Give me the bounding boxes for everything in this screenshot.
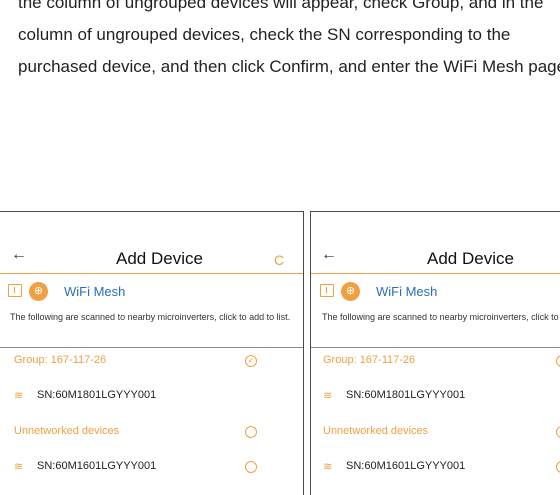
group-checked-icon[interactable]: ✓ [245, 355, 257, 367]
unnetworked-row[interactable]: Unnetworked devices [311, 425, 560, 447]
back-arrow-icon[interactable]: ← [11, 246, 27, 264]
device-radio-icon[interactable] [556, 461, 560, 473]
book-icon [320, 284, 334, 297]
unnetworked-radio-icon[interactable] [245, 426, 257, 438]
group-row[interactable]: Group: 167-117-26 ✓ [0, 354, 303, 376]
nav-bar: ← Add Device C [0, 212, 303, 274]
device-sn: SN:60M1801LGYYY001 [37, 389, 157, 401]
group-radio-icon[interactable] [556, 355, 560, 367]
device-sn: SN:60M1801LGYYY001 [346, 389, 466, 401]
device-radio-icon[interactable] [245, 461, 257, 473]
phone-screenshot-left: ← Add Device C ⊕ WiFi Mesh The following… [0, 211, 304, 495]
wifi-mesh-label[interactable]: WiFi Mesh [64, 284, 125, 299]
book-icon [8, 284, 22, 297]
instruction-line: purchased device, and then click Confirm… [18, 57, 560, 76]
scan-description: The following are scanned to nearby micr… [10, 312, 291, 322]
wifi-icon: ≋ [323, 390, 333, 402]
instruction-line: the column of ungrouped devices will app… [18, 0, 544, 12]
mesh-circle-icon: ⊕ [341, 282, 360, 301]
wifi-mesh-label[interactable]: WiFi Mesh [376, 284, 437, 299]
mesh-circle-icon: ⊕ [29, 282, 48, 301]
wifi-icon: ≋ [323, 461, 333, 473]
instruction-line: column of ungrouped devices, check the S… [18, 25, 511, 44]
unnetworked-row[interactable]: Unnetworked devices [0, 425, 303, 447]
divider [0, 347, 303, 348]
unnetworked-label: Unnetworked devices [323, 425, 429, 437]
wifi-icon: ≋ [14, 390, 24, 402]
nav-bar: ← Add Device [311, 212, 560, 274]
divider [311, 347, 560, 348]
unnetworked-label: Unnetworked devices [14, 425, 120, 437]
device-sn: SN:60M1601LGYYY001 [37, 460, 157, 472]
page-title: Add Device [427, 249, 514, 268]
device-row[interactable]: ≋ SN:60M1801LGYYY001 [311, 389, 560, 411]
page-title: Add Device [116, 249, 203, 268]
group-row[interactable]: Group: 167-117-26 [311, 354, 560, 376]
wifi-icon: ≋ [14, 461, 24, 473]
unnetworked-radio-icon[interactable] [556, 426, 560, 438]
device-row[interactable]: ≋ SN:60M1601LGYYY001 [311, 460, 560, 482]
device-sn: SN:60M1601LGYYY001 [346, 460, 466, 472]
back-arrow-icon[interactable]: ← [321, 246, 337, 264]
instruction-text: the column of ungrouped devices will app… [18, 0, 560, 83]
group-label: Group: 167-117-26 [14, 354, 107, 366]
wifi-mesh-row[interactable]: ⊕ WiFi Mesh [0, 282, 303, 304]
device-row[interactable]: ≋ SN:60M1801LGYYY001 [0, 389, 303, 411]
device-row[interactable]: ≋ SN:60M1601LGYYY001 [0, 460, 303, 482]
wifi-mesh-row[interactable]: ⊕ WiFi Mesh [311, 282, 560, 304]
refresh-icon[interactable]: C [274, 252, 284, 268]
scan-description: The following are scanned to nearby micr… [322, 312, 560, 322]
group-label: Group: 167-117-26 [323, 354, 416, 366]
phone-screenshot-right: ← Add Device ⊕ WiFi Mesh The following a… [310, 211, 560, 495]
